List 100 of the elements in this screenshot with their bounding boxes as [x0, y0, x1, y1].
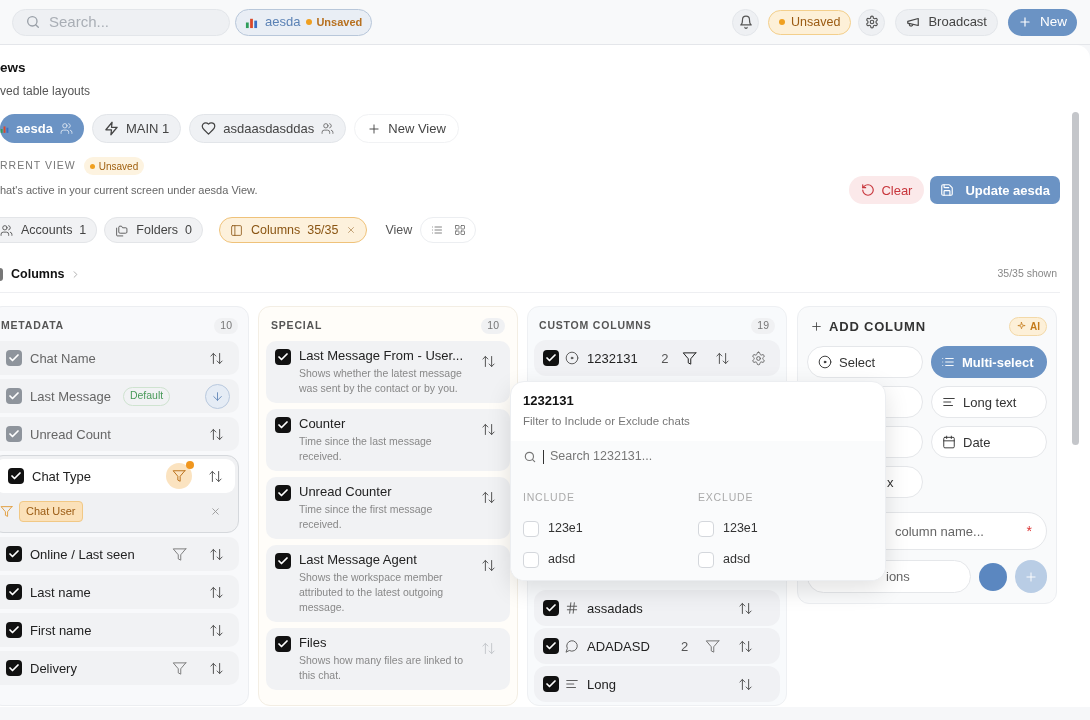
- filter-icon: [705, 638, 720, 654]
- sort-button[interactable]: [481, 490, 496, 506]
- group-count: 19: [751, 317, 775, 334]
- column-row[interactable]: assadads: [534, 590, 780, 627]
- checkbox[interactable]: [6, 546, 22, 563]
- unsaved-badge: Unsaved: [768, 9, 852, 35]
- filter-chip[interactable]: Folders 0: [104, 217, 203, 244]
- color-swatch[interactable]: [979, 562, 1007, 591]
- column-row[interactable]: Last Message Default: [0, 379, 239, 414]
- column-row[interactable]: Long: [534, 666, 780, 703]
- checkbox[interactable]: [6, 426, 22, 443]
- broadcast-button[interactable]: Broadcast: [895, 8, 998, 36]
- sort-button[interactable]: [738, 676, 753, 692]
- column-row[interactable]: ADADASD 2: [534, 628, 780, 665]
- sort-button[interactable]: [209, 350, 224, 366]
- page-subtitle: ved table layouts: [0, 83, 92, 101]
- settings-icon: [864, 15, 879, 29]
- view-tab[interactable]: MAIN 1: [91, 114, 182, 144]
- filter-chip[interactable]: Accounts 1: [0, 217, 98, 244]
- checkbox[interactable]: [543, 676, 559, 693]
- column-card[interactable]: Files Shows how many files are linked to this chat.: [266, 628, 510, 691]
- checkbox[interactable]: [698, 520, 714, 537]
- checkbox[interactable]: [6, 350, 22, 367]
- bell-icon: [738, 15, 753, 29]
- sort-button[interactable]: [481, 558, 496, 574]
- notifications-button[interactable]: [732, 8, 760, 36]
- column-description: Shows whether the latest message was sent by the contact or by you.: [299, 366, 463, 397]
- filter-option[interactable]: adsd: [523, 551, 698, 568]
- column-name: Last Message Agent: [299, 552, 418, 569]
- option-label: adsd: [548, 551, 576, 569]
- checkbox[interactable]: [6, 388, 22, 405]
- checkbox[interactable]: [543, 600, 559, 617]
- column-row[interactable]: Chat Type: [0, 459, 235, 494]
- column-row[interactable]: Chat Name: [0, 341, 239, 376]
- required-mark: *: [1026, 521, 1032, 541]
- checkbox[interactable]: [6, 584, 22, 601]
- checkbox[interactable]: [275, 349, 291, 366]
- checkbox[interactable]: [8, 468, 24, 485]
- group-count: 10: [481, 317, 505, 334]
- filter-chip[interactable]: Columns 35/35: [218, 217, 368, 244]
- column-card[interactable]: Unread Counter Time since the first message received.: [266, 477, 510, 540]
- column-name: Unread Count: [30, 425, 111, 444]
- column-row[interactable]: Online / Last seen: [0, 537, 239, 572]
- checkbox[interactable]: [698, 551, 714, 568]
- checkbox[interactable]: [275, 636, 291, 653]
- sort-icon: [738, 600, 753, 616]
- shown-count: 35/35 shown: [997, 266, 1057, 282]
- filter-option[interactable]: 123e1: [523, 520, 698, 537]
- arrow-down-icon: [211, 389, 224, 403]
- sort-button[interactable]: [209, 584, 224, 600]
- view-chip[interactable]: aesda Unsaved: [235, 8, 373, 36]
- sort-button[interactable]: [209, 426, 224, 442]
- sort-button[interactable]: [208, 468, 223, 484]
- column-row[interactable]: First name: [0, 613, 239, 648]
- column-row[interactable]: Unread Count: [0, 417, 239, 452]
- column-type-button[interactable]: Select: [807, 346, 923, 379]
- view-tab[interactable]: asdaasdasddas: [189, 114, 347, 144]
- column-row[interactable]: Last name: [0, 575, 239, 610]
- checkbox[interactable]: [275, 485, 291, 502]
- search-placeholder: Search 1232131...: [550, 448, 653, 466]
- column-card[interactable]: Last Message From - User... Shows whether the latest message was sent by the contact or by you.: [266, 341, 510, 404]
- column-type-button[interactable]: Long text: [931, 386, 1047, 419]
- sort-button[interactable]: [738, 600, 753, 616]
- column-name: 1232131: [587, 349, 639, 368]
- column-card[interactable]: Last Message Agent Shows the workspace member attributed to the latest outgoing message.: [266, 545, 510, 623]
- scrollbar[interactable]: [1071, 112, 1079, 445]
- clear-button[interactable]: Clear: [849, 176, 925, 205]
- popover-title: 1232131: [522, 392, 575, 410]
- popover-search-field[interactable]: Search 1232131...: [511, 440, 885, 473]
- column-name: Online / Last seen: [30, 545, 135, 564]
- filter-button[interactable]: [682, 350, 697, 366]
- users-icon: [0, 223, 13, 237]
- sort-button[interactable]: [209, 622, 224, 638]
- checkbox[interactable]: [275, 553, 291, 570]
- checkbox[interactable]: [523, 520, 539, 537]
- checkbox[interactable]: [523, 551, 539, 568]
- sort-button[interactable]: [481, 354, 496, 370]
- circle-dot-icon: [818, 355, 832, 370]
- sort-button[interactable]: [738, 638, 753, 654]
- column-row[interactable]: 1232131 2: [534, 340, 780, 377]
- columns-icon: [229, 223, 243, 237]
- column-card[interactable]: Counter Time since the last message received.: [266, 409, 510, 472]
- sort-button[interactable]: [209, 660, 224, 676]
- sort-button[interactable]: [715, 350, 730, 366]
- section-label: RRENT VIEW: [0, 158, 76, 174]
- status-text: Unsaved: [316, 14, 363, 30]
- group-label: EXCLUDE: [698, 489, 755, 505]
- checkbox[interactable]: [275, 417, 291, 434]
- sort-button[interactable]: [481, 422, 496, 438]
- save-icon: [940, 183, 955, 198]
- column-row[interactable]: Delivery: [0, 651, 239, 686]
- checkbox[interactable]: [543, 350, 559, 367]
- lightning-icon: [103, 121, 119, 137]
- checkbox[interactable]: [6, 622, 22, 639]
- option-label: adsd: [723, 551, 751, 569]
- settings-button[interactable]: [751, 350, 766, 366]
- sort-button[interactable]: [209, 546, 224, 562]
- checkbox[interactable]: [6, 660, 22, 677]
- checkbox[interactable]: [543, 638, 559, 655]
- column-type-button[interactable]: Date: [931, 426, 1047, 459]
